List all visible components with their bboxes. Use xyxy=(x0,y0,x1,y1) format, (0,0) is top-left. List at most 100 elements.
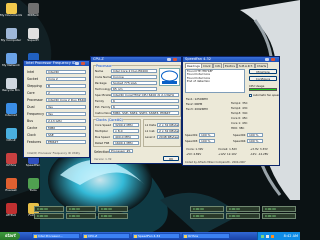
speed-stepper[interactable]: 100 % xyxy=(199,132,215,137)
auto-fan-label: Automatic fan speed xyxy=(253,94,280,97)
field-value: 1600.1 MHz xyxy=(113,140,139,145)
field-label: Intel xyxy=(27,70,35,74)
window-title: CPU-Z xyxy=(93,57,104,61)
app-icon xyxy=(5,53,17,64)
desktop-icon[interactable]: My Documents xyxy=(0,2,22,26)
field-value: Intel(R) xyxy=(46,69,86,74)
speed-stepper[interactable]: 100 % xyxy=(247,132,263,137)
intel-logo xyxy=(159,68,180,86)
network-icon[interactable] xyxy=(261,234,264,238)
window-frequency-id[interactable]: Intel Processor Frequency ID Intel Intel(… xyxy=(23,60,90,158)
field-value: Yes xyxy=(46,111,86,116)
field-value: 2 x 32 KBytes xyxy=(157,122,179,127)
minimize-icon[interactable] xyxy=(167,58,171,61)
desktop-icon[interactable]: Internet xyxy=(0,102,22,126)
desktop-icon-label: SpeedFan xyxy=(25,164,41,167)
field-value: MMX, SSE, SSE2, SSE3, SSSE3, EM64T xyxy=(111,110,179,115)
field-label: Bus Speed xyxy=(95,135,110,139)
tab[interactable]: Charts xyxy=(255,63,269,68)
close-icon[interactable] xyxy=(81,62,85,65)
field-value: SSE xyxy=(46,132,86,137)
field-label: Rated FSB xyxy=(95,141,110,145)
field-label: Socket xyxy=(27,77,39,81)
window-title-bar[interactable]: Intel Processor Frequency ID xyxy=(24,61,89,66)
gadget-meter: 0:00:00 xyxy=(34,206,64,212)
taskbar-task[interactable]: Intel Processor... xyxy=(32,233,80,239)
minimize-icon[interactable] xyxy=(75,62,79,65)
field-value: Intel(R) Core(TM)2 CPU 6400 @ 2.13GHz xyxy=(111,92,179,97)
taskbar-task[interactable]: Orthos xyxy=(182,233,230,239)
minimize-icon[interactable] xyxy=(265,58,269,61)
desktop-icon[interactable]: 3DMark xyxy=(22,2,44,26)
ok-button[interactable]: OK xyxy=(163,156,179,161)
desktop-icon[interactable]: Tools xyxy=(22,177,44,201)
auto-fan-checkbox[interactable] xyxy=(249,94,252,97)
tab[interactable]: Clock xyxy=(201,63,213,68)
field-label: Multiplier xyxy=(95,129,109,133)
tab[interactable]: Info xyxy=(213,63,223,68)
configure-button[interactable]: Configure xyxy=(249,76,277,81)
field-label: Features xyxy=(27,140,42,144)
voltage-reading: -12V: -12.28V xyxy=(250,152,269,156)
close-icon[interactable] xyxy=(173,58,177,61)
desktop-icon[interactable]: Orthos xyxy=(0,152,22,176)
group-title: Processor xyxy=(96,64,112,68)
version-label: Version 1.39 xyxy=(94,157,112,161)
close-icon[interactable] xyxy=(271,58,275,61)
field-label: Dual xyxy=(27,105,35,109)
desktop-icon[interactable]: My Network xyxy=(0,52,22,76)
taskbar-task[interactable]: CPU-Z xyxy=(82,233,130,239)
app-icon xyxy=(5,153,17,164)
speedfan-tray-icon[interactable] xyxy=(271,234,274,238)
field-label: Stepping xyxy=(27,84,42,88)
volume-icon[interactable] xyxy=(266,234,269,238)
field-label: Ext. Family xyxy=(95,105,111,109)
desktop-icon-label: My Documents xyxy=(0,14,22,17)
field-value: 3200.2 MHz xyxy=(113,122,139,127)
fan-reading: Fan3: 2092RPM xyxy=(186,107,208,111)
window-title-bar[interactable]: SpeedFan 4.32 xyxy=(183,57,279,62)
field-value: 2048 KBytes xyxy=(157,134,179,139)
desktop-icon-label: My Network xyxy=(2,64,20,67)
window-title-bar[interactable]: CPU-Z xyxy=(91,57,181,62)
clock[interactable]: 8:42 AM xyxy=(284,232,298,240)
desktop-icon[interactable]: My Computer xyxy=(0,27,22,51)
speed-stepper[interactable]: 100 % xyxy=(247,138,263,143)
field-label: Frequency xyxy=(27,112,45,116)
gadget-meter: 0:00:00 xyxy=(98,213,128,219)
field-value: 400.0 MHz xyxy=(113,134,139,139)
desktop-icon[interactable]: Recycle Bin xyxy=(0,77,22,101)
temperature-reading: HD0: 38C xyxy=(231,126,245,130)
speed-label: Speed04: xyxy=(233,139,247,143)
app-icon xyxy=(5,128,17,139)
desktop-icon[interactable]: Everest xyxy=(0,177,22,201)
desktop-icon[interactable]: SuperPI xyxy=(22,27,44,51)
field-label: Technology xyxy=(95,87,111,91)
window-speedfan[interactable]: SpeedFan 4.32 Readings Clock Info Exotics S.… xyxy=(182,56,280,166)
app-icon xyxy=(84,235,87,238)
app-icon xyxy=(34,235,37,238)
taskbar-task[interactable]: SpeedFan 4.32 xyxy=(132,233,180,239)
field-label: Core xyxy=(27,91,35,95)
field-label: Code Name xyxy=(95,75,112,79)
start-button[interactable]: start xyxy=(0,232,20,240)
tab[interactable]: S.M.A.R.T. xyxy=(237,63,255,68)
window-title: SpeedFan 4.32 xyxy=(185,57,211,61)
speed-stepper[interactable]: 100 % xyxy=(199,138,215,143)
field-value: 65 nm xyxy=(111,86,157,91)
desktop-icon[interactable]: CPU-Z xyxy=(0,127,22,151)
field-value: 2 x 32 KBytes xyxy=(157,128,179,133)
selection-dropdown[interactable]: Processor #1 xyxy=(109,149,133,153)
field-value: 6 xyxy=(111,98,179,103)
gadget-meter: 0:00:00 xyxy=(66,213,96,219)
desktop-icon-label: Recycle Bin xyxy=(2,89,20,92)
desktop-icon-label: Tools xyxy=(29,189,37,192)
desktop-icon[interactable]: ATITool xyxy=(0,202,22,226)
field-label: Package xyxy=(95,81,107,85)
minimize-button[interactable]: Minimize xyxy=(249,69,277,74)
app-icon xyxy=(5,3,17,14)
tab[interactable]: Exotics xyxy=(223,63,237,68)
status-bar: Coded by Alfredo Milani Comparetti - 200… xyxy=(185,161,246,164)
window-cpuz[interactable]: CPU-Z Processor Name Intel Core 2 Duo E64… xyxy=(90,56,182,164)
tab[interactable]: Readings xyxy=(185,63,202,68)
